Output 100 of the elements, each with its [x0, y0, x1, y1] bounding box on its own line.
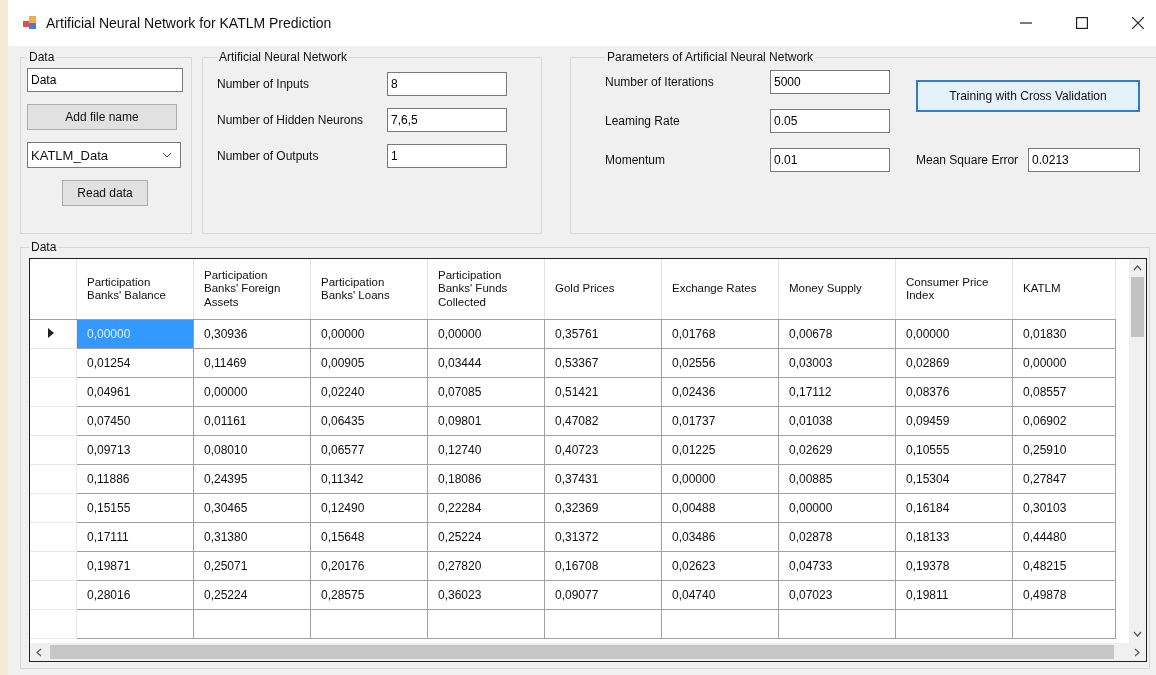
field-label: Number of Outputs: [217, 149, 320, 163]
field-label: Leaming Rate: [605, 114, 681, 128]
table-cell: 0,00488: [661, 493, 779, 523]
field-label: Number of Iterations: [605, 75, 715, 89]
table-cell: 0,09459: [895, 406, 1013, 436]
close-icon[interactable]: [1132, 17, 1144, 29]
add-file-button[interactable]: Add file name: [27, 104, 177, 130]
table-cell: 0,40723: [544, 435, 662, 465]
table-cell: 0,02869: [895, 348, 1013, 378]
table-cell: 0,12490: [310, 493, 428, 523]
table-cell: 0,18133: [895, 522, 1013, 552]
table-cell: 0,01830: [1012, 319, 1116, 349]
input-field[interactable]: 7,6,5: [387, 108, 507, 132]
table-cell: 0,25224: [427, 522, 545, 552]
table-cell: 0,15304: [895, 464, 1013, 494]
table-cell: 0,00000: [661, 464, 779, 494]
row-header[interactable]: [30, 319, 77, 349]
vertical-scrollbar[interactable]: [1129, 259, 1146, 643]
column-header[interactable]: Participation Banks' Balance: [76, 259, 194, 320]
table-cell: 0,09713: [76, 435, 194, 465]
table-cell: 0,18086: [427, 464, 545, 494]
input-field[interactable]: 8: [387, 72, 507, 96]
table-cell: 0,02629: [778, 435, 896, 465]
table-cell: 0,28016: [76, 580, 194, 610]
scroll-thumb[interactable]: [50, 645, 1114, 659]
table-cell: 0,35761: [544, 319, 662, 349]
column-header[interactable]: Consumer Price Index: [895, 259, 1013, 320]
table-cell: 0,04740: [661, 580, 779, 610]
input-field[interactable]: 0.05: [770, 109, 890, 133]
table-cell: 0,31380: [193, 522, 311, 552]
table-cell: 0,07450: [76, 406, 194, 436]
group-title: Parameters of Artificial Neural Network: [606, 50, 815, 64]
error-field[interactable]: 0.0213: [1028, 148, 1141, 172]
table-cell: 0,00000: [427, 319, 545, 349]
app-icon: [22, 15, 38, 31]
column-header[interactable]: Gold Prices: [544, 259, 662, 320]
table-cell: 0,11469: [193, 348, 311, 378]
table-cell: 0,00000: [895, 319, 1013, 349]
table-cell: 0,02556: [661, 348, 779, 378]
input-field[interactable]: 1: [387, 144, 507, 168]
input-field[interactable]: 0.01: [770, 148, 890, 172]
horizontal-scrollbar[interactable]: [30, 643, 1146, 661]
field-label: Momentum: [605, 153, 667, 167]
table-cell: 0,07023: [778, 580, 896, 610]
scroll-right-icon[interactable]: [1134, 647, 1140, 657]
table-cell: 0,48215: [1012, 551, 1116, 581]
table-cell: 0,53367: [544, 348, 662, 378]
table-cell: 0,01038: [778, 406, 896, 436]
table-cell: 0,49878: [1012, 580, 1116, 610]
scroll-down-icon[interactable]: [1133, 631, 1142, 637]
table-cell: 0,07085: [427, 377, 545, 407]
table-cell: 0,00000: [310, 319, 428, 349]
train-button[interactable]: Training with Cross Validation: [916, 80, 1140, 112]
table-cell: 0,03444: [427, 348, 545, 378]
table-cell: 0,19378: [895, 551, 1013, 581]
table-cell: 0,01737: [661, 406, 779, 436]
table-cell: 0,11886: [76, 464, 194, 494]
group-title: Data: [28, 50, 56, 64]
table-cell: 0,32369: [544, 493, 662, 523]
column-header[interactable]: Participation Banks' Loans: [310, 259, 428, 320]
group-title: Artificial Neural Network: [218, 50, 349, 64]
column-header[interactable]: Participation Banks' Funds Collected: [427, 259, 545, 320]
table-cell: 0,16708: [544, 551, 662, 581]
read-data-button[interactable]: Read data: [62, 180, 148, 206]
table-cell: 0,25910: [1012, 435, 1116, 465]
table-cell: 0,25224: [193, 580, 311, 610]
field-label: Number of Inputs: [217, 77, 311, 91]
table-cell: 0,22284: [427, 493, 545, 523]
table-cell: 0,37431: [544, 464, 662, 494]
table-cell: 0,47082: [544, 406, 662, 436]
group-title: Data: [30, 240, 58, 254]
table-cell: 0,12740: [427, 435, 545, 465]
table-cell: 0,00000: [76, 319, 194, 349]
column-header[interactable]: KATLM: [1012, 259, 1116, 320]
table-cell: 0,15648: [310, 522, 428, 552]
table-cell: 0,09077: [544, 580, 662, 610]
scroll-thumb[interactable]: [1131, 277, 1144, 337]
input-field[interactable]: 5000: [770, 70, 890, 94]
table-cell: 0,01254: [76, 348, 194, 378]
table-cell: 0,28575: [310, 580, 428, 610]
table-cell: 0,00000: [1012, 348, 1116, 378]
file-name-field[interactable]: Data: [27, 68, 183, 92]
row-pointer-icon: [48, 328, 54, 338]
column-header[interactable]: Participation Banks' Foreign Assets: [193, 259, 311, 320]
table-cell: 0,30103: [1012, 493, 1116, 523]
column-header[interactable]: Exchange Rates: [661, 259, 779, 320]
table-cell: 0,01225: [661, 435, 779, 465]
scroll-up-icon[interactable]: [1133, 265, 1142, 271]
maximize-icon[interactable]: [1076, 17, 1088, 29]
table-cell: 0,19871: [76, 551, 194, 581]
column-header[interactable]: Money Supply: [778, 259, 896, 320]
table-cell: 0,31372: [544, 522, 662, 552]
dataset-dropdown[interactable]: KATLM_Data: [27, 142, 181, 168]
chevron-icon: [162, 152, 172, 158]
table-cell: 0,15155: [76, 493, 194, 523]
scroll-left-icon[interactable]: [36, 647, 42, 657]
table-cell: 0,02240: [310, 377, 428, 407]
table-cell: 0,19811: [895, 580, 1013, 610]
table-cell: 0,01161: [193, 406, 311, 436]
window-title: Artificial Neural Network for KATLM Prediction: [46, 15, 332, 31]
